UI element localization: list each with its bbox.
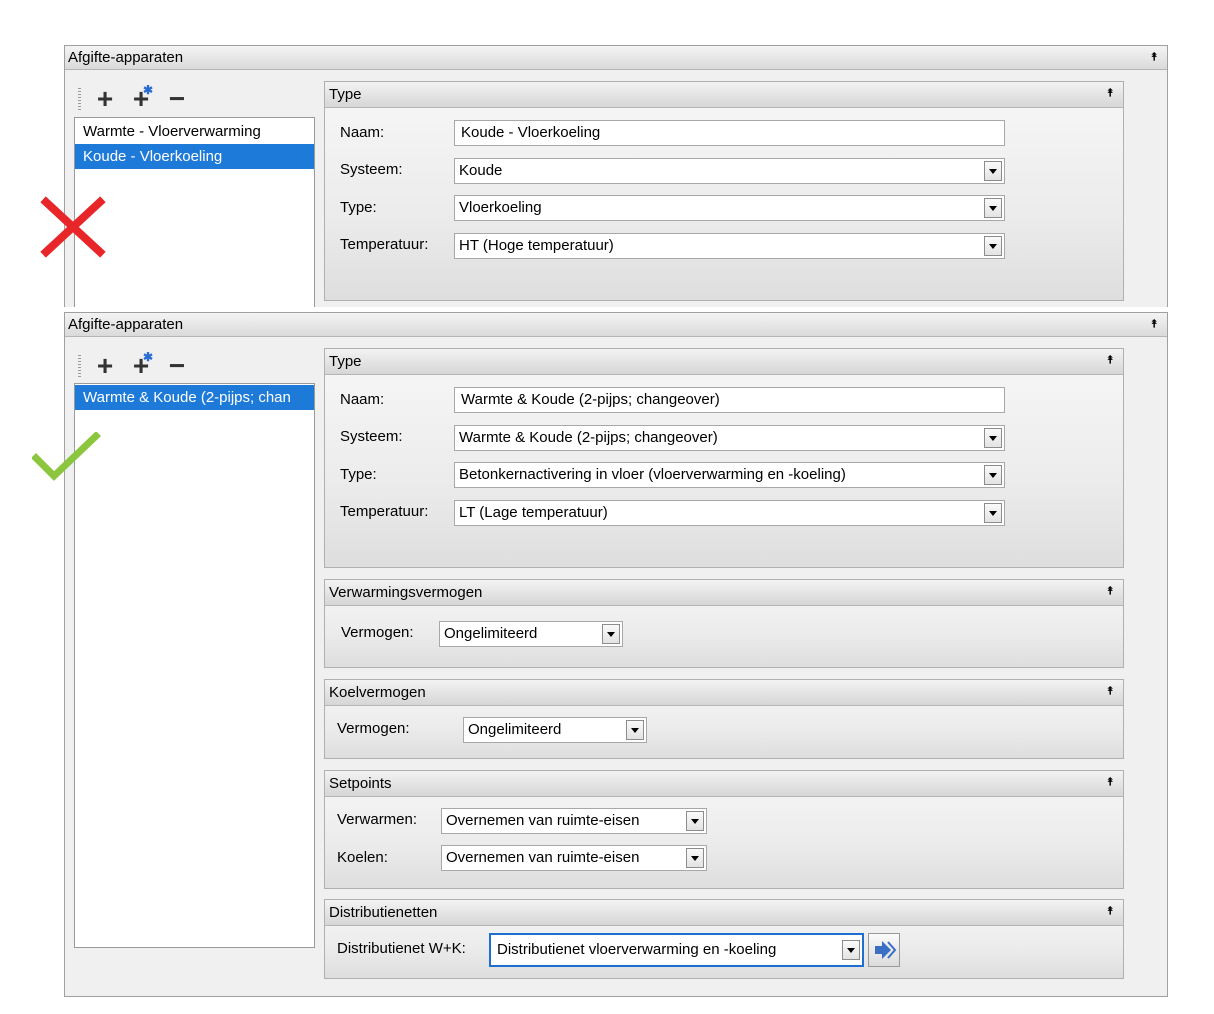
bottom-type-header: Type ⯭ bbox=[325, 349, 1123, 375]
chevron-down-icon[interactable] bbox=[984, 428, 1002, 448]
distributienetten-header: Distributienetten ⯭ bbox=[325, 900, 1123, 926]
chevron-down-icon[interactable] bbox=[984, 236, 1002, 256]
check-icon bbox=[32, 432, 101, 481]
type-label: Type: bbox=[340, 199, 377, 216]
add-copy-icon[interactable]: + ✱ bbox=[128, 351, 154, 380]
temperatuur-select[interactable]: LT (Lage temperatuur) bbox=[454, 500, 1005, 526]
toolbar-grip bbox=[78, 88, 81, 112]
group-title: Setpoints bbox=[329, 775, 392, 792]
list-item-selected[interactable]: Warmte & Koude (2-pijps; chan bbox=[75, 385, 314, 410]
temperatuur-select[interactable]: HT (Hoge temperatuur) bbox=[454, 233, 1005, 259]
group-title: Distributienetten bbox=[329, 904, 438, 921]
cross-icon bbox=[40, 196, 106, 258]
group-title: Verwarmingsvermogen bbox=[329, 584, 483, 601]
collapse-icon[interactable]: ⯭ bbox=[1103, 82, 1117, 105]
chevron-down-icon[interactable] bbox=[984, 503, 1002, 523]
naam-label: Naam: bbox=[340, 124, 385, 141]
koelvermogen-group: Koelvermogen ⯭ Vermogen: Ongelimiteerd bbox=[324, 679, 1124, 759]
distributienetten-group: Distributienetten ⯭ Distributienet W+K: … bbox=[324, 899, 1124, 979]
bottom-panel-title: Afgifte-apparaten bbox=[68, 316, 184, 333]
naam-label: Naam: bbox=[340, 391, 385, 408]
naam-input[interactable]: Koude - Vloerkoeling bbox=[454, 120, 1005, 146]
top-panel-title: Afgifte-apparaten bbox=[68, 49, 184, 66]
naam-input[interactable]: Warmte & Koude (2-pijps; changeover) bbox=[454, 387, 1005, 413]
open-distributienet-button[interactable] bbox=[868, 933, 900, 967]
koelen-label: Koelen: bbox=[337, 849, 388, 866]
bottom-panel-collapse-icon[interactable]: ⯭ bbox=[1147, 313, 1161, 336]
type-select[interactable]: Betonkernactivering in vloer (vloerverwa… bbox=[454, 462, 1005, 488]
temperatuur-value: HT (Hoge temperatuur) bbox=[459, 237, 614, 254]
systeem-label: Systeem: bbox=[340, 428, 403, 445]
remove-icon[interactable]: − bbox=[164, 85, 190, 113]
systeem-value: Warmte & Koude (2-pijps; changeover) bbox=[459, 429, 718, 446]
temperatuur-label: Temperatuur: bbox=[340, 503, 429, 520]
top-panel-header: Afgifte-apparaten ⯭ bbox=[65, 46, 1167, 70]
temperatuur-label: Temperatuur: bbox=[340, 236, 429, 253]
add-icon[interactable]: + bbox=[92, 352, 118, 380]
bottom-list-toolbar: + + ✱ − bbox=[78, 351, 198, 380]
verwarmingsvermogen-header: Verwarmingsvermogen ⯭ bbox=[325, 580, 1123, 606]
distributienet-select[interactable]: Distributienet vloerverwarming en -koeli… bbox=[489, 933, 864, 967]
koelvermogen-header: Koelvermogen ⯭ bbox=[325, 680, 1123, 706]
top-type-header: Type ⯭ bbox=[325, 82, 1123, 108]
add-icon[interactable]: + bbox=[92, 85, 118, 113]
chevron-down-icon[interactable] bbox=[602, 624, 620, 644]
list-item-selected[interactable]: Koude - Vloerkoeling bbox=[75, 144, 314, 169]
vermogen-label: Vermogen: bbox=[341, 624, 414, 641]
group-title: Type bbox=[329, 86, 362, 103]
bottom-device-list: Warmte & Koude (2-pijps; chan bbox=[74, 383, 315, 948]
top-type-group: Type ⯭ Naam: Koude - Vloerkoeling Systee… bbox=[324, 81, 1124, 301]
remove-icon[interactable]: − bbox=[164, 352, 190, 380]
chevron-down-icon[interactable] bbox=[984, 465, 1002, 485]
type-select[interactable]: Vloerkoeling bbox=[454, 195, 1005, 221]
bottom-type-group: Type ⯭ Naam: Warmte & Koude (2-pijps; ch… bbox=[324, 348, 1124, 568]
systeem-select[interactable]: Koude bbox=[454, 158, 1005, 184]
chevron-down-icon[interactable] bbox=[686, 811, 704, 831]
type-label: Type: bbox=[340, 466, 377, 483]
verwarmen-select[interactable]: Overnemen van ruimte-eisen bbox=[441, 808, 707, 834]
verwarmingsvermogen-select[interactable]: Ongelimiteerd bbox=[439, 621, 623, 647]
top-device-list: Warmte - Vloerverwarming Koude - Vloerko… bbox=[74, 117, 315, 307]
setpoints-group: Setpoints ⯭ Verwarmen: Overnemen van rui… bbox=[324, 770, 1124, 889]
chevron-down-icon[interactable] bbox=[686, 848, 704, 868]
top-panel-collapse-icon[interactable]: ⯭ bbox=[1147, 46, 1161, 69]
systeem-value: Koude bbox=[459, 162, 503, 179]
bottom-panel-header: Afgifte-apparaten ⯭ bbox=[65, 313, 1167, 337]
setpoints-header: Setpoints ⯭ bbox=[325, 771, 1123, 797]
list-item[interactable]: Warmte - Vloerverwarming bbox=[75, 119, 314, 144]
group-title: Type bbox=[329, 353, 362, 370]
distributienet-label: Distributienet W+K: bbox=[337, 940, 466, 957]
vermogen-label: Vermogen: bbox=[337, 720, 410, 737]
collapse-icon[interactable]: ⯭ bbox=[1103, 900, 1117, 923]
koelen-select[interactable]: Overnemen van ruimte-eisen bbox=[441, 845, 707, 871]
collapse-icon[interactable]: ⯭ bbox=[1103, 349, 1117, 372]
collapse-icon[interactable]: ⯭ bbox=[1103, 580, 1117, 603]
top-list-toolbar: + + ✱ − bbox=[78, 84, 198, 113]
add-copy-icon[interactable]: + ✱ bbox=[128, 84, 154, 113]
toolbar-grip bbox=[78, 355, 81, 379]
distributienet-value: Distributienet vloerverwarming en -koeli… bbox=[497, 941, 777, 958]
koelvermogen-value: Ongelimiteerd bbox=[468, 721, 562, 738]
arrow-right-icon bbox=[875, 941, 897, 959]
koelen-value: Overnemen van ruimte-eisen bbox=[446, 849, 640, 866]
systeem-select[interactable]: Warmte & Koude (2-pijps; changeover) bbox=[454, 425, 1005, 451]
chevron-down-icon[interactable] bbox=[984, 161, 1002, 181]
type-value: Betonkernactivering in vloer (vloerverwa… bbox=[459, 466, 846, 483]
chevron-down-icon[interactable] bbox=[984, 198, 1002, 218]
group-title: Koelvermogen bbox=[329, 684, 426, 701]
systeem-label: Systeem: bbox=[340, 161, 403, 178]
verwarmingsvermogen-group: Verwarmingsvermogen ⯭ Vermogen: Ongelimi… bbox=[324, 579, 1124, 668]
verwarmen-label: Verwarmen: bbox=[337, 811, 418, 828]
collapse-icon[interactable]: ⯭ bbox=[1103, 771, 1117, 794]
type-value: Vloerkoeling bbox=[459, 199, 542, 216]
verwarmingsvermogen-value: Ongelimiteerd bbox=[444, 625, 538, 642]
collapse-icon[interactable]: ⯭ bbox=[1103, 680, 1117, 703]
koelvermogen-select[interactable]: Ongelimiteerd bbox=[463, 717, 647, 743]
chevron-down-icon[interactable] bbox=[626, 720, 644, 740]
verwarmen-value: Overnemen van ruimte-eisen bbox=[446, 812, 640, 829]
chevron-down-icon[interactable] bbox=[842, 940, 860, 960]
temperatuur-value: LT (Lage temperatuur) bbox=[459, 504, 608, 521]
